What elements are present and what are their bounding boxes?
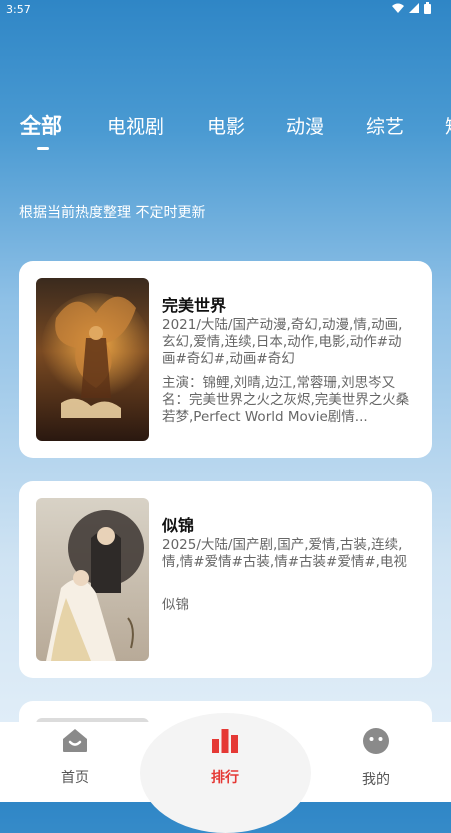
ranking-card[interactable]: 完美世界 2021/大陆/国产动漫,奇幻,动漫,情,动画,玄幻,爱情,连续,日本… (19, 261, 432, 458)
category-tabs: 全部 电视剧 电影 动漫 综艺 短 (0, 108, 451, 152)
card-meta: 2025/大陆/国产剧,国产,爱情,古装,连续,情,情#爱情#古装,情#古装#爱… (162, 537, 407, 570)
tab-short[interactable]: 短 (445, 112, 451, 139)
poster-image[interactable] (36, 498, 149, 661)
battery-icon (424, 2, 431, 14)
tab-anime[interactable]: 动漫 (286, 112, 324, 139)
nav-ranking[interactable]: 排行 (180, 727, 270, 787)
poster-image[interactable] (36, 278, 149, 441)
nav-home[interactable]: 首页 (30, 727, 120, 787)
nav-mine-label: 我的 (362, 772, 390, 788)
status-time: 3:57 (6, 3, 31, 16)
card-title: 完美世界 (162, 296, 227, 315)
tab-all[interactable]: 全部 (20, 110, 62, 140)
nav-mine[interactable]: 我的 (331, 727, 421, 789)
nav-home-label: 首页 (61, 770, 89, 786)
ranking-subtitle: 根据当前热度整理 不定时更新 (19, 205, 206, 221)
active-tab-indicator (37, 147, 49, 150)
tab-movies[interactable]: 电影 (207, 112, 245, 139)
home-face-icon (63, 729, 87, 752)
status-icons (392, 2, 431, 14)
card-title: 似锦 (162, 516, 195, 535)
tab-variety[interactable]: 综艺 (366, 112, 404, 139)
tab-tv-series[interactable]: 电视剧 (107, 112, 164, 139)
card-description: 似锦 (162, 597, 189, 613)
status-bar: 3:57 (0, 0, 451, 20)
nav-ranking-label: 排行 (211, 770, 239, 786)
card-meta: 2021/大陆/国产动漫,奇幻,动漫,情,动画,玄幻,爱情,连续,日本,动作,电… (162, 317, 403, 367)
ranking-card[interactable]: 似锦 2025/大陆/国产剧,国产,爱情,古装,连续,情,情#爱情#古装,情#古… (19, 481, 432, 678)
smiley-face-icon (363, 728, 389, 754)
wifi-icon (392, 3, 404, 13)
card-description: 主演：锦鲤,刘晴,边江,常蓉珊,刘思岑又名：完美世界之火之灰烬,完美世界之火桑若… (162, 375, 410, 425)
bar-chart-icon (212, 729, 238, 753)
signal-icon (409, 3, 419, 13)
